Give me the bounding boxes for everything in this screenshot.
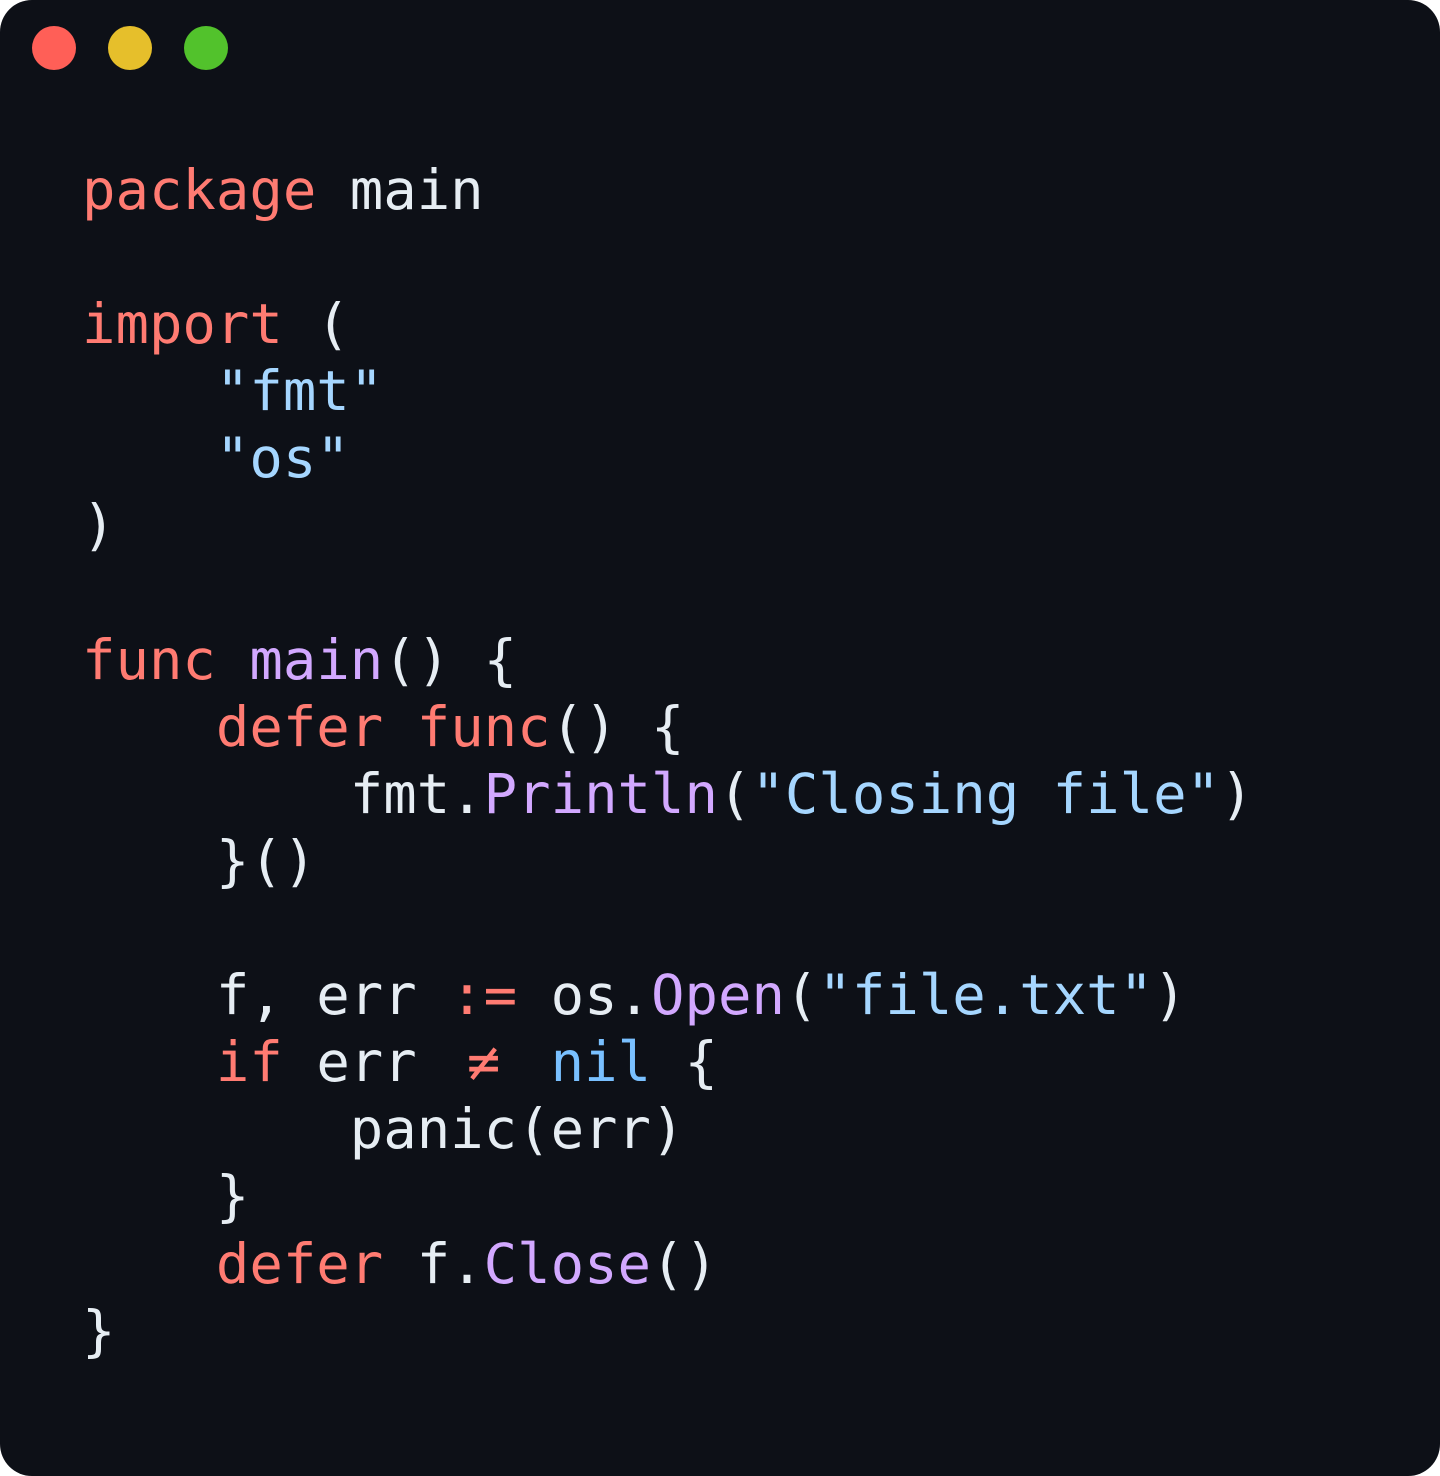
- code-token-plain: (): [651, 1231, 718, 1297]
- code-token-func: Println: [483, 761, 718, 827]
- close-window-button[interactable]: [32, 26, 76, 70]
- code-token-plain: fmt.: [82, 761, 484, 827]
- code-line: }: [82, 1298, 1254, 1365]
- code-token-plain: }: [82, 1298, 116, 1364]
- code-line: func main() {: [82, 627, 1254, 694]
- code-token-plain: ): [1153, 963, 1187, 1029]
- code-window: package main import ( "fmt" "os") func mai…: [0, 0, 1440, 1476]
- code-token-op: ≠: [466, 1030, 501, 1096]
- code-token-keyword: if: [215, 1030, 283, 1096]
- code-line: }: [82, 1163, 1254, 1230]
- code-token-string: "Closing file": [751, 761, 1221, 827]
- code-token-plain: os.: [517, 963, 652, 1029]
- code-line: fmt.Println("Closing file"): [82, 761, 1254, 828]
- code-token-plain: (: [282, 292, 350, 358]
- minimize-window-button[interactable]: [108, 26, 152, 70]
- maximize-window-button[interactable]: [184, 26, 228, 70]
- code-line: defer f.Close(): [82, 1231, 1254, 1298]
- code-token-keyword: defer: [215, 1231, 384, 1297]
- code-token-string: "os": [215, 426, 350, 492]
- code-token-string: "fmt": [215, 359, 384, 425]
- code-line: f, err := os.Open("file.txt"): [82, 962, 1254, 1029]
- code-token-const: nil: [550, 1030, 652, 1096]
- code-token-plain: () {: [550, 694, 685, 760]
- code-line: }(): [82, 828, 1254, 895]
- code-token-op: :=: [450, 963, 518, 1029]
- code-line: import (: [82, 291, 1254, 358]
- code-token-plain: ): [82, 493, 116, 559]
- code-token-keyword: import: [82, 292, 283, 358]
- code-token-plain: f.: [383, 1231, 484, 1297]
- code-token-plain: (: [717, 761, 752, 827]
- code-token-func: Open: [651, 963, 785, 1029]
- code-token-plain: panic(err): [82, 1097, 685, 1163]
- code-token-plain: f, err: [82, 963, 451, 1029]
- code-token-string: "file.txt": [818, 963, 1154, 1029]
- code-token-func: Close: [483, 1231, 652, 1297]
- code-line: "os": [82, 425, 1254, 492]
- code-line: defer func() {: [82, 694, 1254, 761]
- code-token-func: main: [249, 627, 384, 693]
- code-line: "fmt": [82, 358, 1254, 425]
- code-token-keyword: defer: [215, 694, 384, 760]
- code-token-keyword: package: [82, 158, 317, 223]
- code-line: if err ≠ nil {: [82, 1029, 1254, 1096]
- code-token-plain: {: [651, 1030, 718, 1096]
- code-token-keyword: func: [82, 627, 216, 693]
- code-token-plain: (: [784, 963, 819, 1029]
- code-line: package main: [82, 157, 1254, 224]
- code-token-plain: ): [1220, 761, 1254, 827]
- code-token-plain: err: [282, 1030, 451, 1096]
- code-line: ): [82, 492, 1254, 559]
- code-token-plain: }(): [82, 828, 317, 894]
- code-block: package main import ( "fmt" "os") func mai…: [82, 157, 1254, 1365]
- code-token-plain: main: [316, 158, 484, 223]
- code-line: panic(err): [82, 1096, 1254, 1163]
- code-token-plain: () {: [383, 627, 518, 693]
- code-token-keyword: func: [416, 694, 551, 760]
- code-token-plain: }: [82, 1164, 250, 1230]
